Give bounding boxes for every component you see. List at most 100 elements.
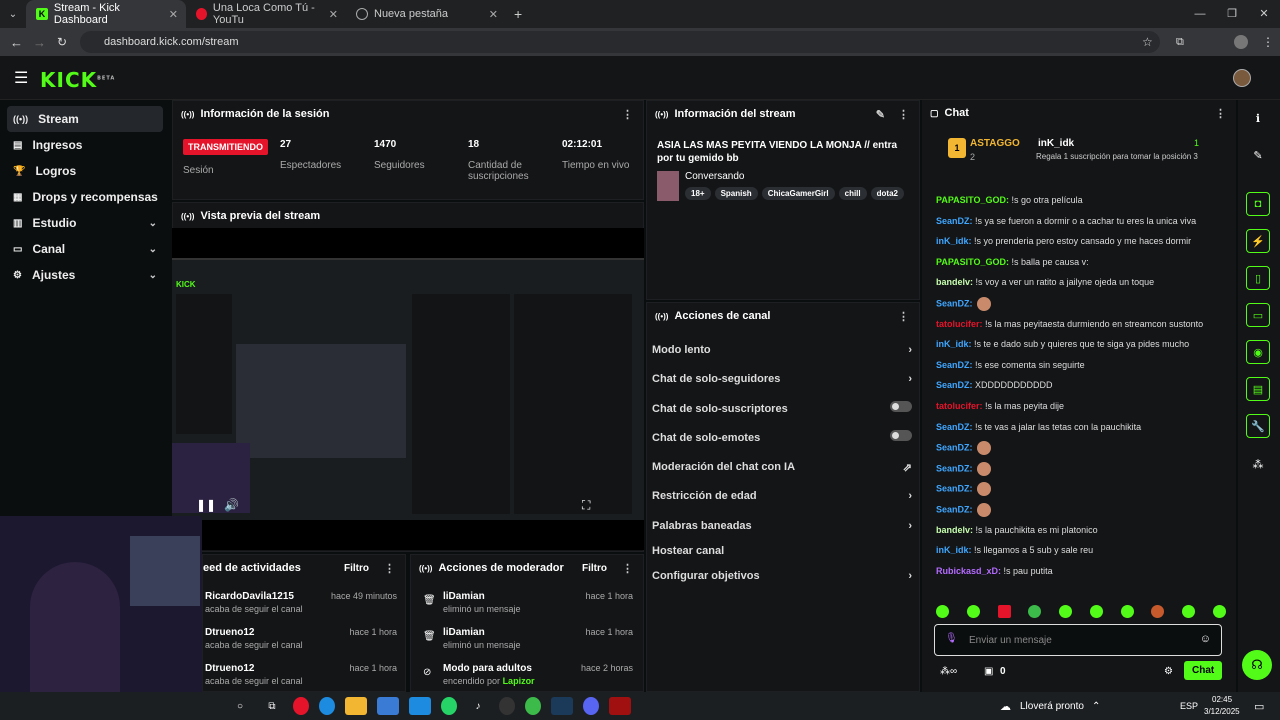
chat-username[interactable]: Rubickasd_xD:: [936, 566, 1001, 576]
forward-arrow-icon[interactable]: →: [33, 35, 46, 50]
action-host-channel[interactable]: Hostear canal: [652, 545, 912, 557]
more-options-icon[interactable]: ⋮: [898, 310, 909, 323]
chat-username[interactable]: bandelv:: [936, 277, 973, 287]
steam-icon[interactable]: [551, 697, 573, 715]
edit-pencil-icon[interactable]: ✎: [876, 108, 885, 121]
clock-date[interactable]: 3/12/2025: [1204, 707, 1240, 716]
apps-icon[interactable]: ⁂: [1246, 452, 1270, 476]
sidebar-item-estudio[interactable]: ▥ Estudio ⌄: [7, 210, 163, 236]
emote-icon[interactable]: [966, 605, 980, 618]
close-tab-icon[interactable]: ✕: [329, 8, 338, 21]
chat-username[interactable]: SeanDZ:: [936, 443, 973, 453]
fullscreen-icon[interactable]: ⛶: [582, 498, 590, 513]
layout-icon[interactable]: ▤: [1246, 377, 1270, 401]
more-options-icon[interactable]: ⋮: [384, 562, 395, 575]
chat-bubble-icon[interactable]: ▭: [1246, 303, 1270, 327]
broadcast-icon[interactable]: ◉: [1246, 340, 1270, 364]
clock-time[interactable]: 02:45: [1212, 695, 1232, 704]
clip-icon[interactable]: ◘: [1246, 192, 1270, 216]
tab-new[interactable]: Nueva pestaña ✕: [346, 0, 506, 28]
action-ai-moderation[interactable]: Moderación del chat con IA ⇗: [652, 461, 912, 474]
close-tab-icon[interactable]: ✕: [489, 8, 498, 21]
channel-points-icon[interactable]: ⁂∞: [940, 666, 957, 677]
send-chat-button[interactable]: Chat: [1184, 661, 1223, 680]
tab-search-icon[interactable]: ⌄: [0, 9, 26, 20]
sidebar-item-logros[interactable]: 🏆 Logros: [7, 158, 163, 184]
edit-pencil-icon[interactable]: ✎: [1246, 143, 1270, 167]
sidebar-item-drops[interactable]: ▦ Drops y recompensas: [7, 184, 163, 210]
lightning-icon[interactable]: ⚡: [1246, 229, 1270, 253]
notifications-icon[interactable]: ▭: [1254, 700, 1264, 713]
gift-prompt[interactable]: Regala 1 suscripción para tomar la posic…: [1036, 152, 1198, 161]
volume-icon[interactable]: 🔊: [224, 498, 239, 512]
chat-username[interactable]: SeanDZ:: [936, 216, 973, 226]
emote-icon[interactable]: [997, 605, 1011, 618]
info-icon[interactable]: ℹ: [1246, 106, 1270, 130]
wrench-icon[interactable]: 🔧: [1246, 414, 1270, 438]
profile-avatar-icon[interactable]: [1234, 35, 1248, 49]
action-followers-only[interactable]: Chat de solo-seguidores ›: [652, 373, 912, 385]
action-age-restriction[interactable]: Restricción de edad ›: [652, 490, 912, 502]
chat-username[interactable]: PAPASITO_GOD:: [936, 257, 1009, 267]
chat-username[interactable]: tatolucifer:: [936, 401, 983, 411]
kick-logo[interactable]: KICKBETA: [40, 68, 115, 92]
extensions-icon[interactable]: ⧉: [1176, 36, 1184, 49]
task-view-icon[interactable]: ⧉: [261, 697, 283, 715]
more-options-icon[interactable]: ⋮: [898, 108, 909, 121]
emote-icon[interactable]: [1089, 605, 1103, 618]
tray-chevron-icon[interactable]: ⌃: [1092, 701, 1100, 712]
dota-icon[interactable]: [609, 697, 631, 715]
chat-input-box[interactable]: 🎙 Enviar un mensaje ☺: [934, 624, 1222, 656]
store-icon[interactable]: [377, 697, 399, 715]
weather-icon[interactable]: ☁: [1000, 700, 1011, 713]
note-icon[interactable]: ▯: [1246, 266, 1270, 290]
user-avatar[interactable]: [1233, 69, 1251, 87]
emotes-only-toggle[interactable]: [890, 430, 912, 441]
tab-youtube[interactable]: Una Loca Como Tú - YouTu ✕: [186, 0, 346, 28]
chat-username[interactable]: tatolucifer:: [936, 319, 983, 329]
language-indicator[interactable]: ESP: [1180, 701, 1198, 711]
chat-username[interactable]: PAPASITO_GOD:: [936, 195, 1009, 205]
chat-username[interactable]: SeanDZ:: [936, 422, 973, 432]
bookmark-star-icon[interactable]: ☆: [1142, 35, 1153, 49]
sidebar-item-stream[interactable]: ((•)) Stream: [7, 106, 163, 132]
back-arrow-icon[interactable]: ←: [10, 35, 23, 50]
top-gifter-name[interactable]: ASTAGGO: [970, 138, 1020, 149]
hamburger-menu-icon[interactable]: ☰: [14, 68, 28, 88]
chat-username[interactable]: inK_idk:: [936, 236, 972, 246]
url-input[interactable]: dashboard.kick.com/stream: [80, 31, 1160, 53]
emote-icon[interactable]: [1212, 605, 1226, 618]
emote-icon[interactable]: [1059, 605, 1073, 618]
chrome-active-icon[interactable]: [525, 697, 541, 715]
emote-icon[interactable]: [1120, 605, 1134, 618]
emote-icon[interactable]: [936, 605, 949, 618]
whatsapp-icon[interactable]: [441, 697, 457, 715]
chat-username[interactable]: SeanDZ:: [936, 380, 973, 390]
action-banned-words[interactable]: Palabras baneadas ›: [652, 520, 912, 532]
weather-text[interactable]: Lloverá pronto: [1020, 701, 1084, 712]
filter-button[interactable]: Filtro: [582, 563, 607, 574]
maximize-icon[interactable]: ❐: [1216, 0, 1248, 28]
emote-icon[interactable]: [1028, 605, 1042, 618]
browser-menu-icon[interactable]: ⋮: [1262, 35, 1274, 49]
second-gifter-name[interactable]: inK_idk: [1038, 138, 1074, 149]
action-slow-mode[interactable]: Modo lento ›: [652, 344, 912, 356]
close-window-icon[interactable]: ✕: [1248, 0, 1280, 28]
chrome-icon[interactable]: [293, 697, 309, 715]
more-options-icon[interactable]: ⋮: [622, 562, 633, 575]
obs-icon[interactable]: [499, 697, 515, 715]
mail-icon[interactable]: [409, 697, 431, 715]
stream-preview-video[interactable]: KICK ❚❚ 🔊 ⛶: [172, 228, 644, 550]
action-goals[interactable]: Configurar objetivos ›: [652, 570, 912, 582]
filter-button[interactable]: Filtro: [344, 563, 369, 574]
support-headset-button[interactable]: ☊: [1242, 650, 1272, 680]
category-name[interactable]: Conversando: [685, 171, 744, 182]
chat-settings-icon[interactable]: ⚙: [1164, 666, 1173, 677]
emote-icon[interactable]: [1182, 605, 1196, 618]
search-icon[interactable]: ○: [229, 697, 251, 715]
chat-username[interactable]: SeanDZ:: [936, 484, 973, 494]
edge-icon[interactable]: [319, 697, 335, 715]
tiktok-icon[interactable]: ♪: [467, 697, 489, 715]
emoji-icon[interactable]: ☺: [1200, 633, 1211, 645]
chat-username[interactable]: bandelv:: [936, 525, 973, 535]
